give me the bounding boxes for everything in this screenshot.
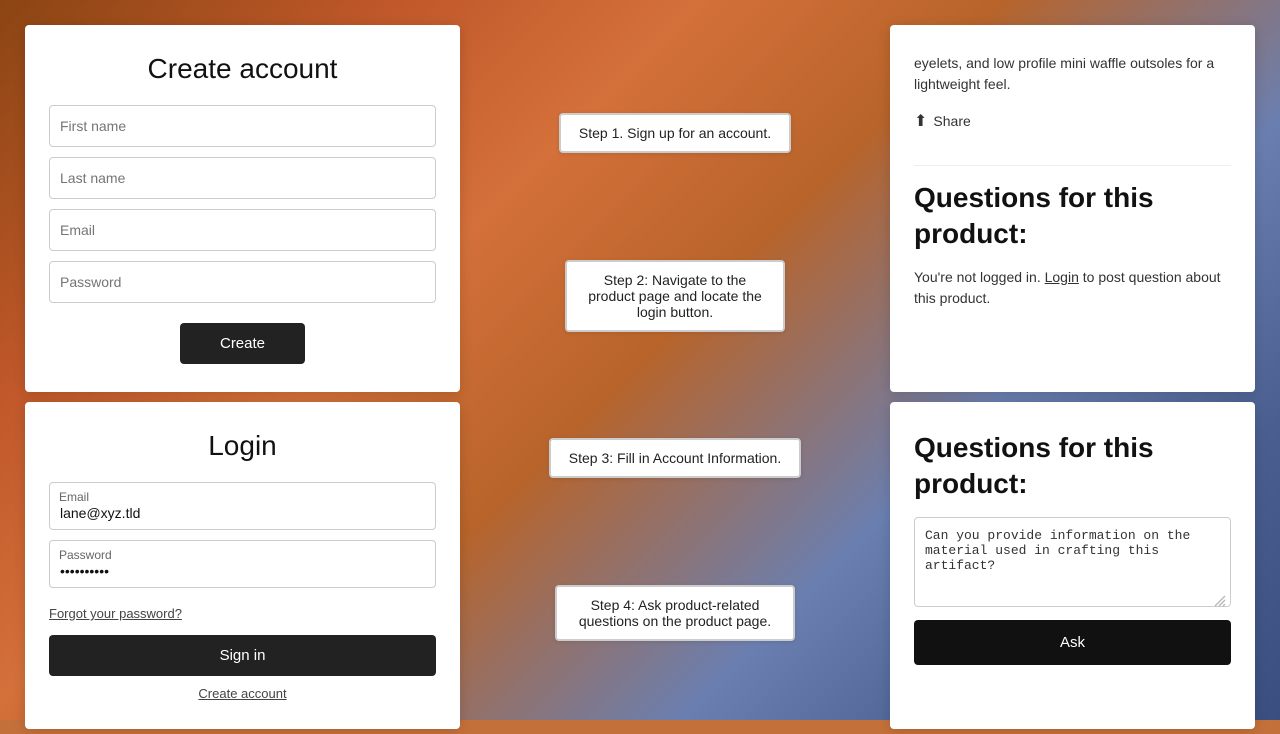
question-textarea[interactable]: Can you provide information on the mater… [914,517,1231,607]
step-4-bubble: Step 4: Ask product-related questions on… [555,585,795,641]
create-account-title: Create account [148,53,338,85]
product-top-card: eyelets, and low profile mini waffle out… [890,25,1255,392]
step-2-text: Step 2: Navigate to the product page and… [588,272,762,320]
login-email-input[interactable] [49,482,436,530]
product-bottom-card: Questions for this product: Can you prov… [890,402,1255,729]
password-field-group: Password [49,540,436,588]
step-3-bubble: Step 3: Fill in Account Information. [549,438,801,478]
last-name-input[interactable] [49,157,436,199]
step-1-bubble: Step 1. Sign up for an account. [559,113,791,153]
login-title: Login [208,430,277,462]
not-logged-in-text: You're not logged in. Login to post ques… [914,267,1231,309]
login-link[interactable]: Login [1045,269,1079,285]
login-password-input[interactable] [49,540,436,588]
create-button[interactable]: Create [180,323,305,364]
email-input[interactable] [49,209,436,251]
create-account-link[interactable]: Create account [198,686,286,701]
textarea-wrapper: Can you provide information on the mater… [914,517,1231,612]
forgot-password-button[interactable]: Forgot your password? [49,606,182,621]
ask-button[interactable]: Ask [914,620,1231,665]
questions-title-top: Questions for this product: [914,180,1231,253]
sign-in-button[interactable]: Sign in [49,635,436,676]
questions-title-bottom: Questions for this product: [914,430,1231,503]
divider [914,165,1231,166]
product-description: eyelets, and low profile mini waffle out… [914,53,1231,95]
create-account-card: Create account Create [25,25,460,392]
password-input[interactable] [49,261,436,303]
first-name-input[interactable] [49,105,436,147]
share-icon: ⬆ [914,111,927,131]
steps-column: Step 1. Sign up for an account. Step 2: … [470,20,880,734]
resize-handle-icon [1213,594,1227,608]
step-4-text: Step 4: Ask product-related questions on… [579,597,771,629]
email-field-group: Email [49,482,436,530]
share-button[interactable]: ⬆ Share [914,111,1231,131]
login-card: Login Email Password Forgot your passwor… [25,402,460,729]
step-2-bubble: Step 2: Navigate to the product page and… [565,260,785,332]
